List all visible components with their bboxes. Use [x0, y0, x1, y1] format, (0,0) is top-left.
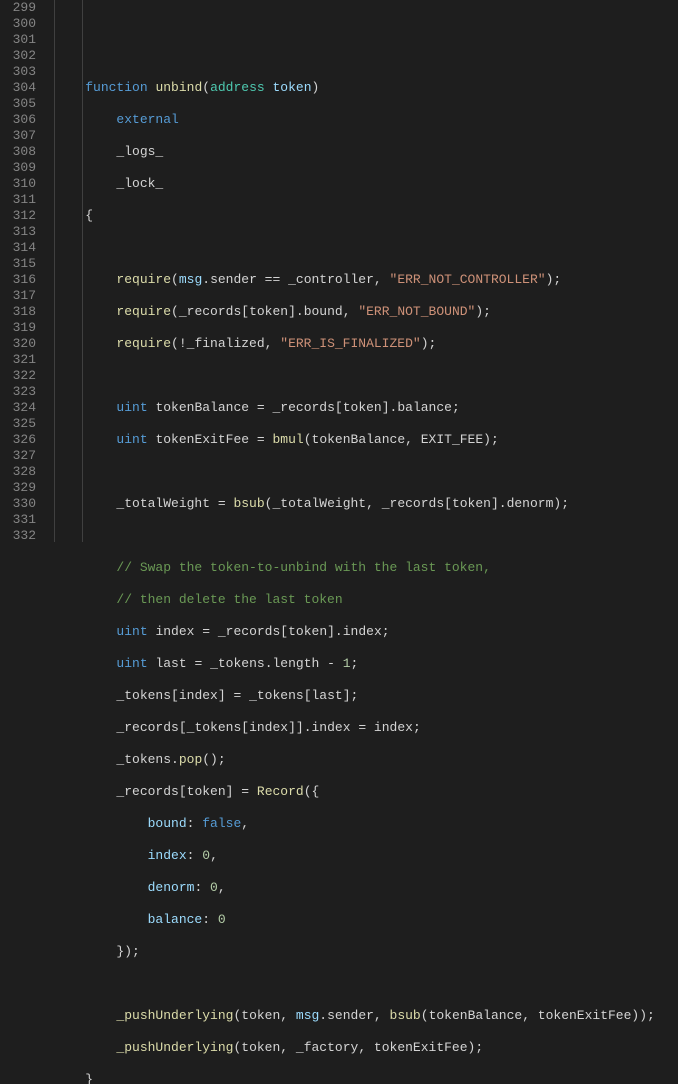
line-number: 300 [0, 16, 36, 32]
line-number: 323 [0, 384, 36, 400]
code-line[interactable]: _lock_ [54, 176, 678, 192]
line-number: 302 [0, 48, 36, 64]
code-line[interactable]: _totalWeight = bsub(_totalWeight, _recor… [54, 496, 678, 512]
code-line[interactable]: _pushUnderlying(token, msg.sender, bsub(… [54, 1008, 678, 1024]
line-number: 326 [0, 432, 36, 448]
code-line[interactable]: index: 0, [54, 848, 678, 864]
line-number: 304 [0, 80, 36, 96]
line-number: 317 [0, 288, 36, 304]
code-line[interactable]: _pushUnderlying(token, _factory, tokenEx… [54, 1040, 678, 1056]
code-line[interactable]: uint tokenExitFee = bmul(tokenBalance, E… [54, 432, 678, 448]
line-number: 331 [0, 512, 36, 528]
code-line[interactable]: // then delete the last token [54, 592, 678, 608]
line-number: 310 [0, 176, 36, 192]
code-line[interactable]: }); [54, 944, 678, 960]
line-number: 322 [0, 368, 36, 384]
line-number: 318 [0, 304, 36, 320]
line-number: 316 [0, 272, 36, 288]
line-number: 308 [0, 144, 36, 160]
line-number: 313 [0, 224, 36, 240]
code-line[interactable]: { [54, 208, 678, 224]
line-number: 305 [0, 96, 36, 112]
code-line[interactable]: uint tokenBalance = _records[token].bala… [54, 400, 678, 416]
line-number: 312 [0, 208, 36, 224]
line-number: 314 [0, 240, 36, 256]
code-line[interactable]: _tokens[index] = _tokens[last]; [54, 688, 678, 704]
line-number: 311 [0, 192, 36, 208]
code-area[interactable]: function unbind(address token) external … [50, 0, 678, 542]
code-line[interactable]: balance: 0 [54, 912, 678, 928]
code-line[interactable] [54, 976, 678, 992]
line-number: 306 [0, 112, 36, 128]
code-line[interactable]: require(!_finalized, "ERR_IS_FINALIZED")… [54, 336, 678, 352]
line-number: 303 [0, 64, 36, 80]
code-line[interactable]: // Swap the token-to-unbind with the las… [54, 560, 678, 576]
line-number: 325 [0, 416, 36, 432]
code-line[interactable]: uint index = _records[token].index; [54, 624, 678, 640]
line-number: 301 [0, 32, 36, 48]
code-line[interactable]: _tokens.pop(); [54, 752, 678, 768]
code-editor[interactable]: 2993003013023033043053063073083093103113… [0, 0, 678, 542]
code-line[interactable]: function unbind(address token) [54, 80, 678, 96]
code-line[interactable]: _records[token] = Record({ [54, 784, 678, 800]
code-line[interactable]: uint last = _tokens.length - 1; [54, 656, 678, 672]
code-line[interactable]: bound: false, [54, 816, 678, 832]
line-number: 328 [0, 464, 36, 480]
line-number: 315 [0, 256, 36, 272]
line-number: 299 [0, 0, 36, 16]
line-number: 330 [0, 496, 36, 512]
line-number: 309 [0, 160, 36, 176]
code-line[interactable]: _records[_tokens[index]].index = index; [54, 720, 678, 736]
line-number: 320 [0, 336, 36, 352]
code-line[interactable]: require(msg.sender == _controller, "ERR_… [54, 272, 678, 288]
line-number: 324 [0, 400, 36, 416]
code-line[interactable]: _logs_ [54, 144, 678, 160]
code-line[interactable]: denorm: 0, [54, 880, 678, 896]
line-number: 321 [0, 352, 36, 368]
line-number-gutter: 2993003013023033043053063073083093103113… [0, 0, 50, 542]
code-line[interactable] [54, 48, 678, 64]
line-number: 307 [0, 128, 36, 144]
code-line[interactable] [54, 368, 678, 384]
code-line[interactable]: external [54, 112, 678, 128]
line-number: 327 [0, 448, 36, 464]
code-line[interactable]: } [54, 1072, 678, 1084]
line-number: 329 [0, 480, 36, 496]
code-line[interactable]: require(_records[token].bound, "ERR_NOT_… [54, 304, 678, 320]
code-line[interactable] [54, 464, 678, 480]
line-number: 319 [0, 320, 36, 336]
code-line[interactable] [54, 240, 678, 256]
